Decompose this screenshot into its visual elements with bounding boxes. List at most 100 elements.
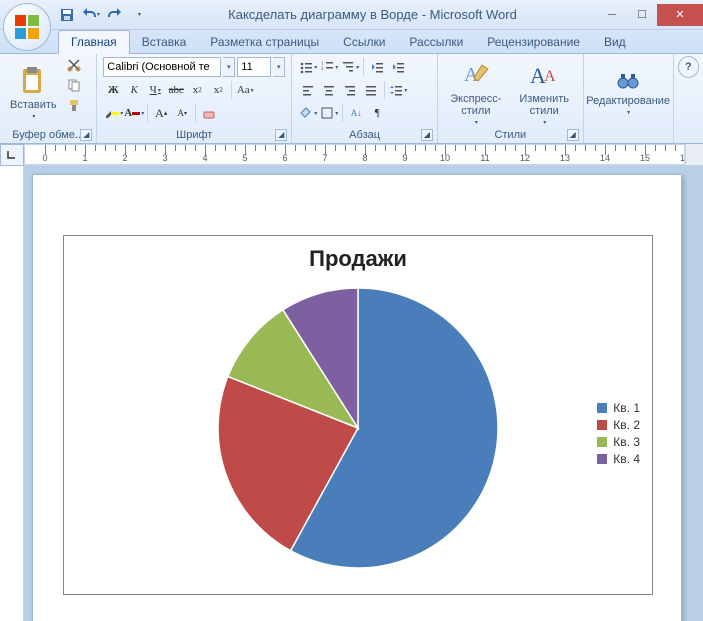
paste-icon <box>17 65 49 97</box>
tab-selector[interactable] <box>0 144 24 166</box>
scroll-up-area[interactable] <box>685 144 703 165</box>
borders-icon <box>320 106 334 120</box>
clear-formatting-button[interactable] <box>199 103 219 123</box>
copy-button[interactable] <box>65 77 83 93</box>
tab-6[interactable]: Вид <box>592 31 638 53</box>
show-marks-button[interactable]: ¶ <box>367 103 387 123</box>
quick-styles-icon: A <box>460 59 492 91</box>
line-spacing-button[interactable]: ▾ <box>388 80 408 100</box>
binoculars-icon <box>616 69 640 93</box>
group-title-styles: Стили◢ <box>444 128 577 141</box>
save-button[interactable] <box>58 6 76 24</box>
bullets-button[interactable]: ▾ <box>298 57 318 77</box>
minimize-button[interactable]: ─ <box>597 4 627 26</box>
font-size-select[interactable] <box>237 57 271 77</box>
chart-legend: Кв. 1Кв. 2Кв. 3Кв. 4 <box>597 398 640 469</box>
page[interactable]: Продажи Кв. 1Кв. 2Кв. 3Кв. 4 <box>32 174 682 621</box>
tab-1[interactable]: Вставка <box>130 31 199 53</box>
shrink-font-button[interactable]: A▾ <box>172 103 192 123</box>
quick-styles-button[interactable]: A Экспресс-стили▾ <box>444 57 508 128</box>
format-painter-button[interactable] <box>65 97 83 113</box>
shading-icon <box>299 106 313 120</box>
group-editing: Редактирование▾ <box>584 54 674 143</box>
group-title-paragraph: Абзац◢ <box>298 128 431 141</box>
underline-button[interactable]: Ч▾ <box>145 80 165 100</box>
font-name-dropdown[interactable]: ▾ <box>223 57 235 77</box>
change-styles-button[interactable]: AA Изменить стили▾ <box>512 57 577 128</box>
redo-button[interactable] <box>106 6 124 24</box>
tab-4[interactable]: Рассылки <box>397 31 475 53</box>
highlight-button[interactable]: ▾ <box>103 103 123 123</box>
tab-5[interactable]: Рецензирование <box>475 31 592 53</box>
vertical-ruler[interactable] <box>0 166 24 621</box>
legend-swatch <box>597 403 607 413</box>
change-case-button[interactable]: Aa▾ <box>235 80 255 100</box>
legend-item: Кв. 1 <box>597 401 640 415</box>
undo-button[interactable]: ▾ <box>82 6 100 24</box>
align-center-button[interactable] <box>319 80 339 100</box>
tab-2[interactable]: Разметка страницы <box>198 31 331 53</box>
group-title-editing <box>590 128 667 141</box>
horizontal-ruler[interactable]: 012345678910111213141516 <box>24 144 685 165</box>
align-left-button[interactable] <box>298 80 318 100</box>
paste-button[interactable]: Вставить ▾ <box>6 57 61 128</box>
close-button[interactable]: ✕ <box>657 4 703 26</box>
bullets-icon <box>299 60 313 74</box>
borders-button[interactable]: ▾ <box>319 103 339 123</box>
ribbon: Вставить ▾ Буфер обме...◢ ▾ ▾ Ж К Ч▾ abc… <box>0 54 703 144</box>
maximize-button[interactable]: ☐ <box>627 4 657 26</box>
tab-3[interactable]: Ссылки <box>331 31 397 53</box>
grow-font-button[interactable]: A▴ <box>151 103 171 123</box>
align-justify-button[interactable] <box>361 80 381 100</box>
editing-find-button[interactable]: Редактирование▾ <box>582 57 674 128</box>
shading-button[interactable]: ▾ <box>298 103 318 123</box>
eraser-icon <box>202 106 216 120</box>
styles-dialog-launcher[interactable]: ◢ <box>567 129 579 141</box>
multilevel-button[interactable]: ▾ <box>340 57 360 77</box>
legend-label: Кв. 3 <box>613 435 640 449</box>
align-center-icon <box>322 83 336 97</box>
italic-button[interactable]: К <box>124 80 144 100</box>
font-color-button[interactable]: A▾ <box>124 103 144 123</box>
ruler-row: 012345678910111213141516 <box>0 144 703 166</box>
legend-item: Кв. 4 <box>597 452 640 466</box>
window-title: Каксделать диаграмму в Ворде - Microsoft… <box>148 7 597 22</box>
align-justify-icon <box>364 83 378 97</box>
legend-label: Кв. 4 <box>613 452 640 466</box>
font-size-dropdown[interactable]: ▾ <box>273 57 285 77</box>
font-dialog-launcher[interactable]: ◢ <box>275 129 287 141</box>
pie-chart <box>208 278 508 578</box>
chart-object[interactable]: Продажи Кв. 1Кв. 2Кв. 3Кв. 4 <box>63 235 653 595</box>
indent-decrease-button[interactable] <box>367 57 387 77</box>
tab-0[interactable]: Главная <box>58 30 130 54</box>
outdent-icon <box>370 60 384 74</box>
redo-icon <box>108 8 122 22</box>
window-controls: ─ ☐ ✕ <box>597 4 703 26</box>
copy-icon <box>67 78 81 92</box>
align-right-button[interactable] <box>340 80 360 100</box>
highlight-icon <box>103 106 111 120</box>
group-font: ▾ ▾ Ж К Ч▾ abc x2 x2 Aa▾ ▾ A▾ A▴ A▾ <box>97 54 292 143</box>
office-button[interactable] <box>3 3 51 51</box>
clipboard-dialog-launcher[interactable]: ◢ <box>80 129 92 141</box>
undo-icon <box>82 8 96 22</box>
chart-title: Продажи <box>64 246 652 272</box>
legend-item: Кв. 3 <box>597 435 640 449</box>
cut-button[interactable] <box>65 57 83 73</box>
save-icon <box>60 8 74 22</box>
numbering-button[interactable]: 12▾ <box>319 57 339 77</box>
font-name-select[interactable] <box>103 57 221 77</box>
qat-customize-button[interactable]: ▾ <box>130 6 148 24</box>
strike-button[interactable]: abc <box>166 80 186 100</box>
superscript-button[interactable]: x2 <box>208 80 228 100</box>
legend-swatch <box>597 454 607 464</box>
sort-button[interactable]: А↓ <box>346 103 366 123</box>
subscript-button[interactable]: x2 <box>187 80 207 100</box>
indent-increase-button[interactable] <box>388 57 408 77</box>
document-viewport: Продажи Кв. 1Кв. 2Кв. 3Кв. 4 <box>0 166 703 621</box>
office-logo-icon <box>11 11 43 43</box>
tab-stop-icon <box>7 150 17 160</box>
bold-button[interactable]: Ж <box>103 80 123 100</box>
help-button[interactable]: ? <box>678 56 699 78</box>
paragraph-dialog-launcher[interactable]: ◢ <box>421 129 433 141</box>
